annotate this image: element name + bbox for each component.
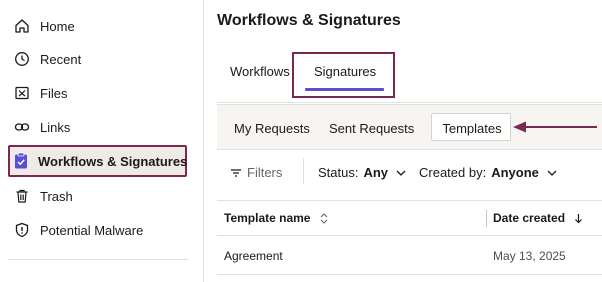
sidebar-item-label: Workflows & Signatures — [38, 153, 188, 169]
sidebar-item-trash[interactable]: Trash — [8, 180, 187, 212]
tab-workflows[interactable]: Workflows — [230, 64, 290, 79]
filter-divider — [303, 158, 304, 184]
link-icon — [13, 118, 31, 136]
column-header-template-name[interactable]: Template name — [224, 211, 328, 225]
filters-label: Filters — [247, 165, 283, 180]
sidebar-item-files[interactable]: Files — [8, 77, 187, 109]
home-icon — [13, 17, 31, 35]
sidebar-item-label: Recent — [40, 51, 82, 67]
created-by-filter-dropdown[interactable]: Created by: Anyone — [419, 165, 558, 180]
sidebar-item-label: Files — [40, 85, 68, 101]
sidebar-item-workflows-signatures[interactable]: Workflows & Signatures — [8, 145, 187, 177]
sidebar-item-links[interactable]: Links — [8, 111, 187, 143]
subtab-bar: My Requests Sent Requests Templates — [217, 104, 602, 150]
subtab-sent-requests: Sent Requests — [329, 121, 415, 136]
main-content: Workflows & Signatures Workflows Signatu… — [204, 0, 602, 282]
column-header-label: Template name — [224, 211, 311, 225]
subtab-my-requests[interactable]: My Requests — [234, 121, 310, 136]
chevron-down-icon — [395, 167, 407, 179]
filters-bar: Filters Status: Any Created by: Anyone — [217, 150, 602, 196]
status-filter-value: Any — [363, 165, 389, 180]
created-by-filter-value: Anyone — [491, 165, 539, 180]
tab-active-underline — [305, 88, 384, 91]
column-header-date-created[interactable]: Date created — [493, 211, 583, 225]
page-title: Workflows & Signatures — [217, 12, 401, 29]
trash-icon — [13, 187, 31, 205]
created-by-filter-label: Created by: — [419, 165, 487, 180]
callout-arrow-icon — [513, 121, 597, 133]
tabs-divider — [217, 102, 602, 103]
clipboard-check-icon — [13, 152, 29, 170]
table-row[interactable]: Agreement May 13, 2025 — [217, 236, 602, 275]
filter-lines-icon — [230, 168, 242, 178]
sidebar-item-potential-malware[interactable]: Potential Malware — [8, 214, 187, 246]
status-filter-dropdown[interactable]: Status: Any — [318, 165, 407, 180]
shield-alert-icon — [13, 221, 31, 239]
sidebar-item-label: Home — [40, 18, 75, 34]
sidebar-item-label: Trash — [40, 188, 73, 204]
subtab-templates[interactable]: Templates — [432, 121, 512, 136]
column-resize-handle[interactable] — [486, 210, 487, 227]
template-name-cell[interactable]: Agreement — [224, 249, 283, 263]
table-header: Template name Date created — [217, 200, 602, 236]
sidebar: Home Recent Files Links Workflows & Sign… — [0, 0, 204, 282]
sidebar-divider — [8, 259, 188, 260]
arrow-down-icon — [574, 213, 583, 224]
tab-highlight-box — [292, 52, 395, 98]
folder-icon — [13, 84, 31, 102]
column-header-label: Date created — [493, 211, 566, 225]
sidebar-item-recent[interactable]: Recent — [8, 43, 187, 75]
date-created-cell: May 13, 2025 — [493, 249, 566, 263]
chevron-down-icon — [546, 167, 558, 179]
status-filter-label: Status: — [318, 165, 359, 180]
sidebar-item-label: Links — [40, 119, 71, 135]
filters-button[interactable]: Filters — [230, 165, 282, 180]
sidebar-item-label: Potential Malware — [40, 222, 144, 238]
clock-icon — [13, 50, 31, 68]
sidebar-item-home[interactable]: Home — [8, 10, 187, 42]
sort-icon — [320, 212, 328, 224]
